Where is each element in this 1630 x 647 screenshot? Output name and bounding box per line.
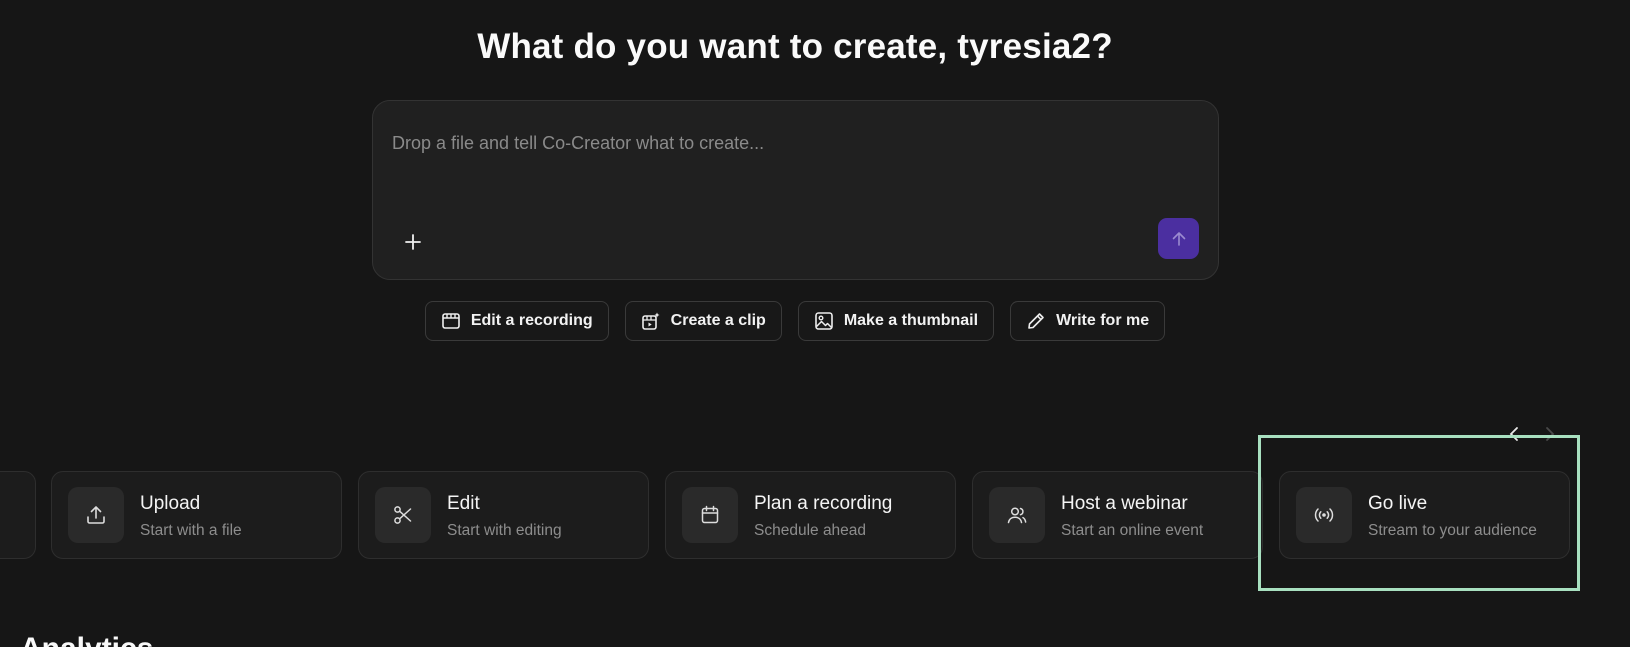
image-icon: [815, 312, 833, 330]
carousel-nav: [1505, 423, 1559, 445]
carousel-prev-button[interactable]: [1505, 423, 1523, 445]
calendar-icon-tile: [682, 487, 738, 543]
video-frame-icon: [442, 313, 460, 329]
add-attachment-button[interactable]: [395, 224, 431, 260]
scissors-icon: [394, 506, 412, 524]
upload-card[interactable]: Upload Start with a file: [51, 471, 342, 559]
edit-card[interactable]: Edit Start with editing: [358, 471, 649, 559]
make-thumbnail-chip[interactable]: Make a thumbnail: [797, 301, 995, 341]
upload-icon: [87, 506, 105, 524]
chip-label: Edit a recording: [470, 312, 593, 329]
sparkle-clip-icon: [641, 312, 660, 330]
start-options-carousel: Upload Start with a file Edit Start with…: [0, 471, 1630, 561]
quick-actions: Edit a recording Create a clip Make a th…: [0, 301, 1590, 341]
chip-label: Write for me: [1056, 312, 1150, 329]
create-clip-chip[interactable]: Create a clip: [624, 301, 782, 341]
card-subtitle: Start an online event: [1061, 522, 1204, 539]
write-for-me-chip[interactable]: Write for me: [1010, 301, 1166, 341]
users-icon-tile: [989, 487, 1045, 543]
partial-card[interactable]: [0, 471, 36, 559]
prompt-input[interactable]: [392, 133, 1192, 154]
upload-icon-tile: [68, 487, 124, 543]
calendar-icon: [701, 505, 719, 524]
edit-recording-chip[interactable]: Edit a recording: [424, 301, 609, 341]
analytics-section-title: Analytics: [20, 634, 153, 647]
chevron-left-icon: [1509, 427, 1518, 441]
chevron-right-icon: [1546, 427, 1555, 441]
users-icon: [1007, 507, 1027, 524]
go-live-card[interactable]: Go live Stream to your audience: [1279, 471, 1570, 559]
create-page: What do you want to create, tyresia2? Ed…: [0, 0, 1630, 647]
plus-icon: [405, 234, 421, 250]
card-title: Host a webinar: [1061, 493, 1188, 514]
chip-label: Create a clip: [670, 312, 766, 329]
scissors-icon-tile: [375, 487, 431, 543]
pencil-icon: [1028, 313, 1044, 329]
carousel-next-button[interactable]: [1541, 423, 1559, 445]
broadcast-icon: [1314, 508, 1334, 522]
card-title: Upload: [140, 493, 201, 514]
card-title: Edit: [447, 493, 480, 514]
card-subtitle: Stream to your audience: [1368, 522, 1537, 539]
plan-recording-card[interactable]: Plan a recording Schedule ahead: [665, 471, 956, 559]
co-creator-composer: [372, 100, 1219, 280]
card-title: Plan a recording: [754, 493, 893, 514]
send-button[interactable]: [1158, 218, 1199, 259]
arrow-up-icon: [1172, 231, 1185, 246]
card-subtitle: Start with a file: [140, 522, 242, 539]
broadcast-icon-tile: [1296, 487, 1352, 543]
card-subtitle: Schedule ahead: [754, 522, 867, 539]
card-subtitle: Start with editing: [447, 522, 562, 539]
page-title: What do you want to create, tyresia2?: [477, 27, 1113, 66]
chip-label: Make a thumbnail: [843, 312, 979, 329]
host-webinar-card[interactable]: Host a webinar Start an online event: [972, 471, 1263, 559]
card-title: Go live: [1368, 493, 1428, 514]
